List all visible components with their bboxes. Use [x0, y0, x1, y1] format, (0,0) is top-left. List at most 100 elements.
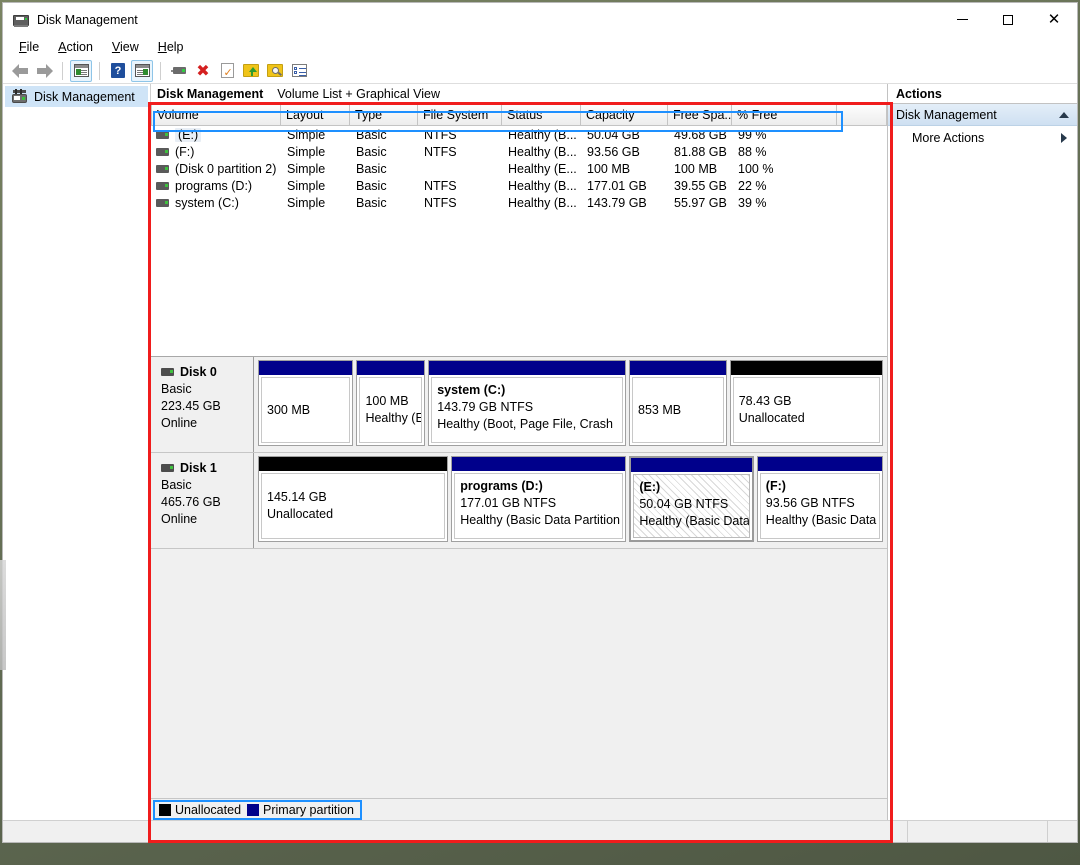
partition-capacity-bar [757, 457, 883, 471]
export-list-button[interactable] [240, 60, 262, 82]
column-header-layout[interactable]: Layout [281, 105, 350, 126]
maximize-button[interactable] [985, 3, 1031, 36]
column-header-type[interactable]: Type [350, 105, 418, 126]
cell-type: Basic [356, 178, 387, 193]
folder-up-icon [243, 64, 259, 77]
partition-details: (E:) 50.04 GB NTFS Healthy (Basic Data Par… [633, 474, 750, 538]
disk-type: Basic [161, 382, 192, 396]
table-row[interactable]: (F:) Simple Basic NTFS Healthy (B... 93.56 GB… [151, 143, 887, 160]
toolbar-separator-3 [160, 61, 161, 80]
partition-block[interactable]: 78.43 GB Unallocated [729, 360, 883, 446]
cell-status: Healthy (B... [508, 144, 577, 159]
cell-free: 39.55 GB [674, 178, 727, 193]
cell-layout: Simple [287, 127, 326, 142]
properties-button[interactable]: ✓ [216, 60, 238, 82]
actions-item-more-actions[interactable]: More Actions [888, 126, 1077, 150]
column-header-capacity[interactable]: Capacity [581, 105, 668, 126]
question-mark-icon: ? [111, 63, 125, 78]
partition-details: 100 MB Healthy (E [359, 377, 423, 443]
primary-partition-swatch-icon [247, 803, 260, 816]
console-tree-pane: Disk Management [3, 84, 151, 820]
partition-block[interactable]: programs (D:) 177.01 GB NTFS Healthy (Basi… [451, 456, 627, 542]
search-button[interactable] [264, 60, 286, 82]
partition-block[interactable]: 300 MB [258, 360, 354, 446]
menu-view[interactable]: View [104, 38, 147, 56]
partition-size: 145.14 GB [267, 490, 327, 504]
cell-text: programs (D:) [175, 178, 253, 193]
partition-block[interactable]: 100 MB Healthy (E [356, 360, 426, 446]
partition-details: 853 MB [632, 377, 724, 443]
table-row[interactable]: (E:) Simple Basic NTFS Healthy (B... 50.04 GB… [151, 126, 887, 143]
menu-help[interactable]: Help [150, 38, 192, 56]
toolbar-separator-1 [62, 61, 63, 80]
actions-group-disk-management[interactable]: Disk Management [888, 104, 1077, 126]
cell-free: 81.88 GB [674, 144, 727, 159]
minimize-button[interactable] [939, 3, 985, 36]
tree-item-disk-management[interactable]: Disk Management [5, 86, 148, 107]
show-hide-actions-button[interactable] [131, 59, 153, 82]
caret-up-icon[interactable] [1059, 111, 1069, 118]
column-header-free[interactable]: % Free [732, 105, 837, 126]
cell-filesystem: NTFS [424, 178, 457, 193]
partition-block[interactable]: (F:) 93.56 GB NTFS Healthy (Basic Data Par… [756, 456, 884, 542]
delete-button[interactable]: ✖ [192, 60, 214, 82]
menu-action[interactable]: Action [50, 38, 101, 56]
table-row[interactable]: programs (D:) Simple Basic NTFS Healthy (B..… [151, 177, 887, 194]
cell-percent_free: 39 % [738, 195, 767, 210]
actions-pane: Actions Disk Management More Actions [887, 84, 1077, 820]
forward-button[interactable] [33, 60, 55, 82]
partition-label: programs (D:) [460, 479, 543, 493]
cell-type: Basic [356, 127, 387, 142]
cell-capacity: 100 MB [587, 161, 631, 176]
partition-block[interactable]: 853 MB [629, 360, 727, 446]
partition-block[interactable]: 145.14 GB Unallocated [258, 456, 449, 542]
status-segment-3 [1047, 821, 1077, 842]
disk-info-panel[interactable]: Disk 0 Basic 223.45 GB Online [151, 357, 254, 452]
menu-file[interactable]: File [11, 38, 47, 56]
screen: Disk Management ✕ File Action View Help [0, 0, 1080, 865]
disk-management-icon [11, 89, 28, 104]
show-hide-tree-button[interactable] [70, 59, 92, 82]
partition-status: Unallocated [267, 507, 334, 521]
cell-filesystem: NTFS [424, 195, 457, 210]
menu-file-rest: ile [26, 40, 40, 54]
partition-block[interactable]: system (C:) 143.79 GB NTFS Healthy (Boot, … [428, 360, 627, 446]
partition-label: (F:) [765, 479, 786, 493]
tree-item-label: Disk Management [34, 89, 135, 104]
partition-strip: 300 MB 100 MB Healthy (E system (C:) 143.79 … [254, 357, 887, 452]
cell-volume: programs (D:) [151, 179, 281, 193]
cell-volume: (Disk 0 partition 2) [151, 162, 281, 176]
cell-filesystem: NTFS [424, 127, 457, 142]
partition-capacity-bar [429, 361, 626, 375]
console-pane: Disk Management Volume List + Graphical … [151, 84, 887, 820]
actions-item-label: More Actions [912, 131, 985, 145]
red-x-icon: ✖ [196, 60, 210, 80]
partition-strip: 145.14 GB Unallocated programs (D:) 177.01 … [254, 453, 887, 548]
column-header-volume[interactable]: Volume [151, 105, 281, 126]
menu-bar: File Action View Help [3, 36, 1077, 58]
cell-capacity: 177.01 GB [587, 178, 647, 193]
rescan-disks-button[interactable] [168, 60, 190, 82]
pane-header-secondary: Volume List + Graphical View [277, 87, 440, 101]
console-inner: Volume Layout Type File System Status Capacit… [151, 104, 887, 820]
partition-size: 143.79 GB NTFS [437, 400, 534, 414]
disk-drive-icon [13, 12, 29, 28]
partition-capacity-bar [357, 361, 425, 375]
column-header-status[interactable]: Status [502, 105, 581, 126]
table-row[interactable]: system (C:) Simple Basic NTFS Healthy (B... 1… [151, 194, 887, 211]
detail-view-button[interactable] [288, 60, 310, 82]
partition-label: (E:) [639, 480, 661, 494]
back-button[interactable] [9, 60, 31, 82]
disk-info-panel[interactable]: Disk 1 Basic 465.76 GB Online [151, 453, 254, 548]
console-tree-icon [73, 64, 89, 77]
help-button[interactable]: ? [107, 60, 129, 82]
disk-size: 465.76 GB [161, 495, 221, 509]
partition-block[interactable]: (E:) 50.04 GB NTFS Healthy (Basic Data Par… [629, 456, 754, 542]
column-header-free-spa[interactable]: Free Spa... [668, 105, 732, 126]
cell-percent_free: 22 % [738, 178, 767, 193]
table-row[interactable]: (Disk 0 partition 2) Simple Basic Healthy (… [151, 160, 887, 177]
volume-icon [156, 130, 169, 139]
column-header-file-system[interactable]: File System [418, 105, 502, 126]
close-button[interactable]: ✕ [1031, 3, 1077, 36]
partition-size: 50.04 GB NTFS [639, 497, 729, 511]
